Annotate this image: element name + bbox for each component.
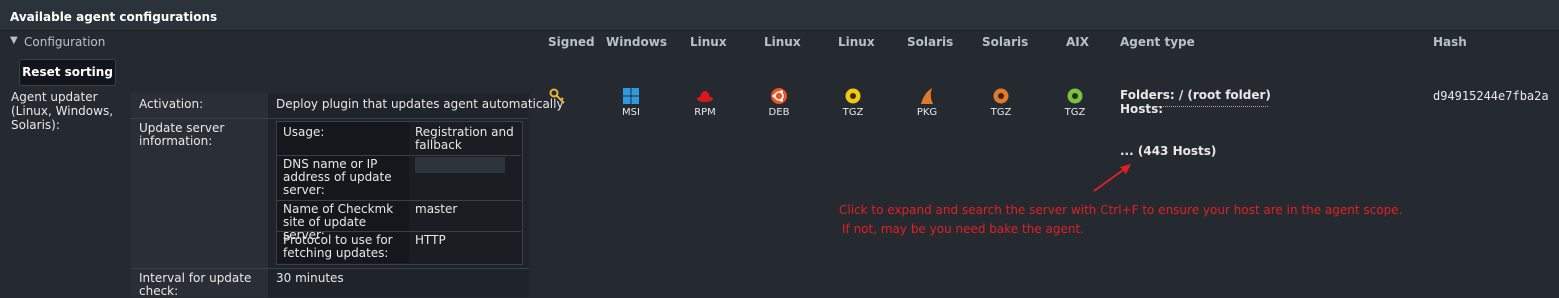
page-title: Available agent configurations (10, 10, 218, 24)
hash-value: d94915244e7fba2a (1433, 89, 1549, 103)
package-deb[interactable]: DEB (759, 87, 799, 118)
divider (277, 200, 521, 201)
package-label: RPM (694, 107, 716, 118)
hosts-expand-link[interactable]: ... (443 Hosts) (1120, 144, 1216, 158)
header-signed[interactable]: Signed (548, 35, 595, 49)
package-label: TGZ (990, 107, 1012, 118)
package-label: PKG (916, 107, 938, 118)
package-label: DEB (768, 107, 790, 118)
tgz-icon (1067, 88, 1083, 104)
package-rpm[interactable]: RPM (685, 87, 725, 118)
package-label: TGZ (1064, 107, 1086, 118)
reset-sorting-button[interactable]: Reset sorting (19, 59, 116, 86)
package-pkg[interactable]: PKG (907, 87, 947, 118)
update-server-label: Update server information: (139, 121, 225, 148)
triangle-down-icon[interactable]: ▼ (10, 35, 18, 46)
annotation-text-line1: Click to expand and search the server wi… (839, 203, 1403, 217)
divider (277, 155, 521, 156)
header-hash[interactable]: Hash (1433, 35, 1467, 49)
divider (131, 118, 529, 119)
annotation-arrow-icon (1093, 164, 1131, 192)
tgz-icon (993, 88, 1009, 104)
package-label: MSI (622, 107, 640, 118)
usage-label: Usage: (283, 125, 325, 139)
header-linux-tgz[interactable]: Linux (838, 35, 875, 49)
annotation-text-line2: If not, may be you need bake the agent. (842, 222, 1084, 236)
ubuntu-icon (771, 88, 787, 104)
activation-label: Activation: (139, 97, 204, 111)
interval-value: 30 minutes (276, 271, 344, 285)
protocol-value: HTTP (415, 233, 446, 247)
solaris-icon (921, 88, 933, 104)
redhat-icon (697, 91, 713, 102)
package-label: TGZ (842, 107, 864, 118)
agent-updater-label: Agent updater (Linux, Windows, Solaris): (11, 90, 114, 132)
header-aix[interactable]: AIX (1066, 35, 1089, 49)
agent-type-folders: Folders: / (root folder) (1120, 88, 1271, 102)
agent-type-hosts: Hosts: (1120, 102, 1164, 116)
header-linux-rpm[interactable]: Linux (690, 35, 727, 49)
interval-label: Interval for update check: (139, 271, 252, 298)
header-solaris-tgz[interactable]: Solaris (982, 35, 1028, 49)
package-tgz-aix[interactable]: TGZ (1055, 87, 1095, 118)
package-tgz-solaris[interactable]: TGZ (981, 87, 1021, 118)
site-value: master (415, 202, 458, 216)
package-tgz-linux[interactable]: TGZ (833, 87, 873, 118)
protocol-label: Protocol to use for fetching updates: (283, 233, 393, 260)
hosts-list-redacted (1158, 106, 1268, 110)
header-agent-type[interactable]: Agent type (1120, 35, 1195, 49)
dns-label: DNS name or IP address of update server: (283, 157, 392, 197)
dns-value-field (415, 157, 505, 173)
header-configuration[interactable]: Configuration (24, 35, 105, 49)
header-linux-deb[interactable]: Linux (764, 35, 801, 49)
activation-value: Deploy plugin that updates agent automat… (276, 97, 564, 111)
header-solaris-pkg[interactable]: Solaris (907, 35, 953, 49)
divider (131, 268, 529, 269)
windows-icon (623, 88, 639, 104)
package-msi[interactable]: MSI (611, 87, 651, 118)
tgz-icon (845, 88, 861, 104)
title-bar (0, 0, 1559, 31)
usage-value: Registration and fallback (415, 125, 514, 152)
header-windows[interactable]: Windows (606, 35, 667, 49)
key-icon[interactable] (549, 88, 567, 109)
